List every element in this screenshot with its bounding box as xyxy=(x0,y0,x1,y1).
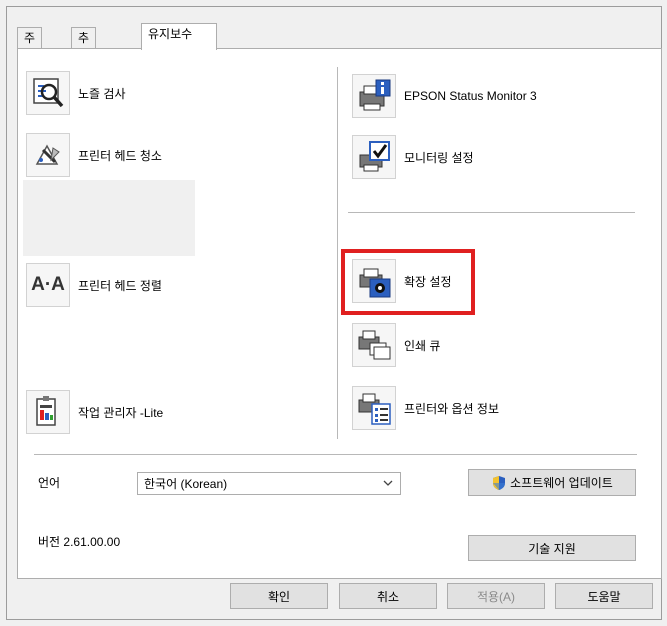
software-update-label: 소프트웨어 업데이트 xyxy=(510,476,613,490)
printer-option-info-item[interactable]: 프린터와 옵션 정보 xyxy=(352,386,499,430)
monitoring-settings-label: 모니터링 설정 xyxy=(404,150,474,165)
software-update-button[interactable]: 소프트웨어 업데이트 xyxy=(468,469,636,496)
tab-main-menu[interactable]: 주메뉴 xyxy=(17,27,43,87)
monitoring-settings-item[interactable]: 모니터링 설정 xyxy=(352,135,474,179)
status-monitor-icon[interactable] xyxy=(352,74,396,118)
tab-maintenance[interactable]: 유지보수 xyxy=(141,23,217,50)
extended-settings-highlight xyxy=(341,249,475,315)
bottom-section-divider xyxy=(34,454,637,455)
printer-option-info-label: 프린터와 옵션 정보 xyxy=(404,401,499,416)
head-alignment-icon[interactable]: A·A xyxy=(26,263,70,307)
print-queue-label: 인쇄 큐 xyxy=(404,338,441,353)
nozzle-check-label: 노즐 검사 xyxy=(78,86,126,101)
tech-support-button[interactable]: 기술 지원 xyxy=(468,535,636,561)
nozzle-check-icon[interactable] xyxy=(26,71,70,115)
head-alignment-label: 프린터 헤드 정렬 xyxy=(78,278,162,293)
status-monitor-item[interactable]: EPSON Status Monitor 3 xyxy=(352,74,537,118)
cancel-button[interactable]: 취소 xyxy=(339,583,437,609)
head-cleaning-icon[interactable] xyxy=(26,133,70,177)
nozzle-check-item[interactable]: 노즐 검사 xyxy=(26,71,126,115)
print-queue-item[interactable]: 인쇄 큐 xyxy=(352,323,440,367)
right-section-divider xyxy=(348,212,635,213)
head-alignment-item[interactable]: A·A 프린터 헤드 정렬 xyxy=(26,263,162,307)
language-select-value: 한국어 (Korean) xyxy=(144,477,228,491)
chevron-down-icon xyxy=(383,480,393,486)
monitoring-settings-icon[interactable] xyxy=(352,135,396,179)
job-manager-item[interactable]: 작업 관리자 -Lite xyxy=(26,390,163,434)
head-cleaning-item[interactable]: 프린터 헤드 청소 xyxy=(26,133,162,177)
shield-icon xyxy=(493,475,506,490)
status-monitor-label: EPSON Status Monitor 3 xyxy=(404,89,537,103)
printer-properties-window: 주메뉴 추가 옵션 유지보수 노즐 검사 xyxy=(6,6,662,620)
help-button[interactable]: 도움말 xyxy=(555,583,653,609)
job-manager-icon[interactable] xyxy=(26,390,70,434)
printer-option-info-icon[interactable] xyxy=(352,386,396,430)
column-divider xyxy=(337,67,338,439)
maintenance-panel: 노즐 검사 프린터 헤드 청소 A·A 프린터 헤드 정렬 작업 관리자 -Li… xyxy=(17,48,662,579)
job-manager-label: 작업 관리자 -Lite xyxy=(78,405,164,420)
ok-button[interactable]: 확인 xyxy=(230,583,328,609)
apply-button[interactable]: 적용(A) xyxy=(447,583,545,609)
language-label: 언어 xyxy=(38,476,61,490)
print-queue-icon[interactable] xyxy=(352,323,396,367)
tab-more-options[interactable]: 추가 옵션 xyxy=(71,27,97,108)
language-select[interactable]: 한국어 (Korean) xyxy=(137,472,401,495)
head-cleaning-label: 프린터 헤드 청소 xyxy=(78,148,162,163)
blank-area xyxy=(23,180,195,256)
version-label: 버전 2.61.00.00 xyxy=(38,535,121,549)
